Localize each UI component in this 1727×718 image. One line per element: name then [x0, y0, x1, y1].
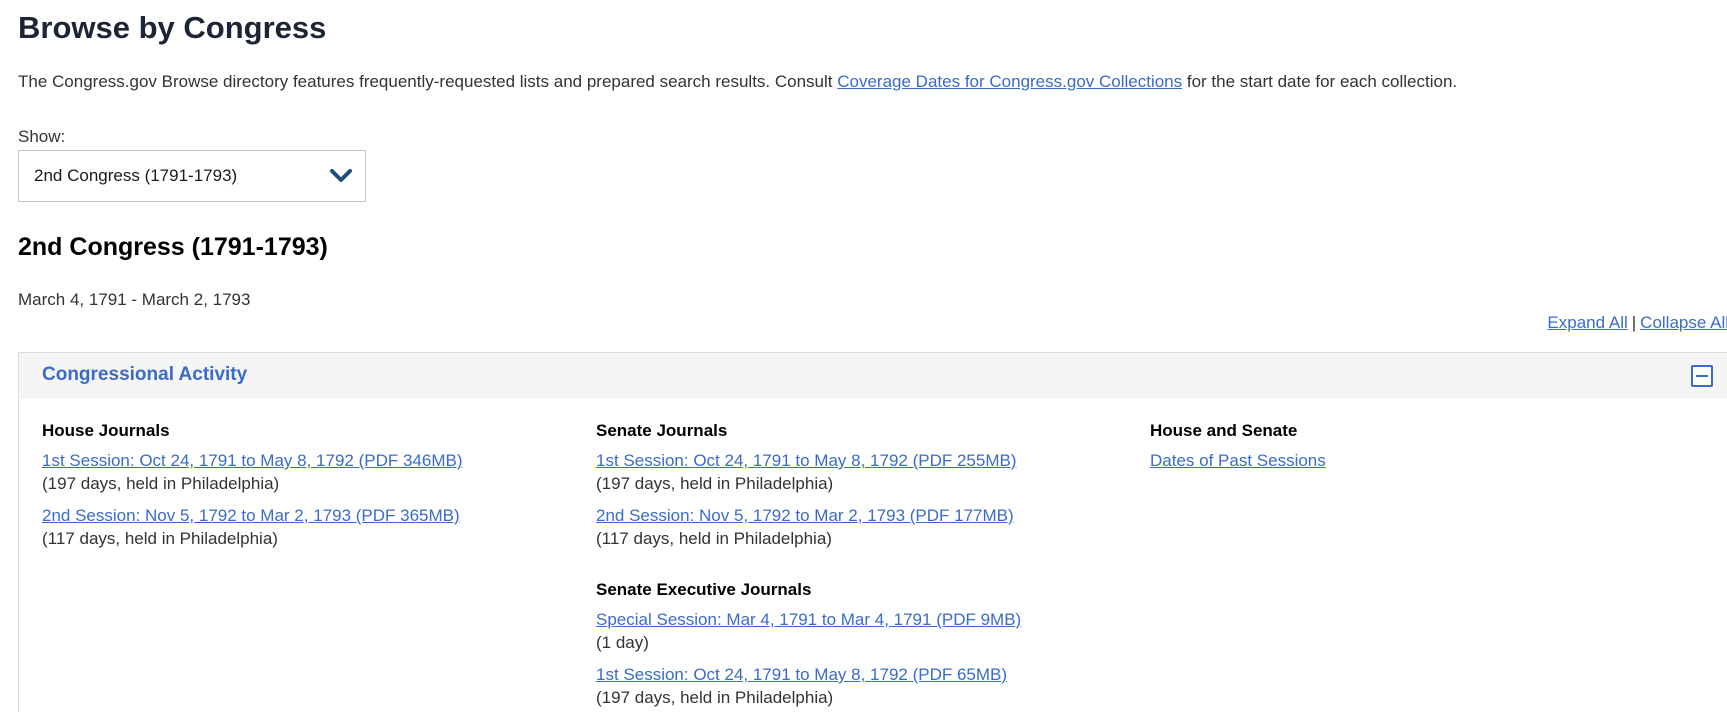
intro-text-start: The Congress.gov Browse directory featur… [18, 72, 838, 91]
list-item: 2nd Session: Nov 5, 1792 to Mar 2, 1793 … [596, 504, 1116, 551]
house-journal-session-1-note: (197 days, held in Philadelphia) [42, 474, 280, 493]
panel-title[interactable]: Congressional Activity [42, 364, 247, 386]
congress-select-value: 2nd Congress (1791-1793) [34, 166, 238, 185]
collapse-all-link[interactable]: Collapse All [1640, 313, 1727, 332]
senate-journals-column: Senate Journals 1st Session: Oct 24, 179… [596, 421, 1116, 718]
dates-of-past-sessions-link[interactable]: Dates of Past Sessions [1150, 449, 1670, 472]
house-journal-session-2-note: (117 days, held in Philadelphia) [42, 529, 278, 548]
minus-square-icon[interactable] [1691, 365, 1713, 387]
senate-journal-session-2-note: (117 days, held in Philadelphia) [596, 529, 832, 548]
panel-header[interactable]: Congressional Activity [19, 353, 1727, 398]
intro-text-end: for the start date for each collection. [1182, 72, 1458, 91]
senate-journal-session-1-link[interactable]: 1st Session: Oct 24, 1791 to May 8, 1792… [596, 449, 1116, 472]
senate-exec-special-session-link[interactable]: Special Session: Mar 4, 1791 to Mar 4, 1… [596, 608, 1116, 631]
senate-executive-journals-group: Senate Executive Journals Special Sessio… [596, 580, 1116, 710]
expand-all-link[interactable]: Expand All [1547, 313, 1627, 332]
congress-heading: 2nd Congress (1791-1793) [18, 233, 328, 261]
senate-journal-session-1-note: (197 days, held in Philadelphia) [596, 474, 834, 493]
controls-separator: | [1631, 313, 1637, 332]
congress-select[interactable]: 2nd Congress (1791-1793) [18, 150, 366, 202]
congress-date-range: March 4, 1791 - March 2, 1793 [18, 290, 251, 309]
senate-journals-heading: Senate Journals [596, 421, 728, 440]
house-and-senate-column: House and Senate Dates of Past Sessions [1150, 421, 1670, 480]
senate-exec-special-session-note: (1 day) [596, 633, 649, 652]
list-item: 1st Session: Oct 24, 1791 to May 8, 1792… [596, 449, 1116, 496]
chevron-down-icon [329, 168, 353, 184]
senate-exec-session-1-note: (197 days, held in Philadelphia) [596, 688, 834, 707]
house-journal-session-2-link[interactable]: 2nd Session: Nov 5, 1792 to Mar 2, 1793 … [42, 504, 562, 527]
list-item: 2nd Session: Nov 5, 1792 to Mar 2, 1793 … [42, 504, 562, 551]
senate-executive-journals-heading: Senate Executive Journals [596, 580, 812, 599]
page-title: Browse by Congress [18, 10, 327, 45]
house-journals-column: House Journals 1st Session: Oct 24, 1791… [42, 421, 562, 559]
list-item: 1st Session: Oct 24, 1791 to May 8, 1792… [596, 663, 1116, 710]
house-and-senate-heading: House and Senate [1150, 421, 1298, 440]
list-item: Dates of Past Sessions [1150, 449, 1670, 472]
expand-collapse-controls: Expand All | Collapse All [1547, 313, 1727, 333]
list-item: Special Session: Mar 4, 1791 to Mar 4, 1… [596, 608, 1116, 655]
congressional-activity-panel: Congressional Activity House Journals 1s… [18, 352, 1727, 712]
senate-journal-session-2-link[interactable]: 2nd Session: Nov 5, 1792 to Mar 2, 1793 … [596, 504, 1116, 527]
list-item: 1st Session: Oct 24, 1791 to May 8, 1792… [42, 449, 562, 496]
show-label: Show: [18, 127, 66, 146]
house-journal-session-1-link[interactable]: 1st Session: Oct 24, 1791 to May 8, 1792… [42, 449, 562, 472]
intro-text: The Congress.gov Browse directory featur… [18, 72, 1457, 92]
senate-exec-session-1-link[interactable]: 1st Session: Oct 24, 1791 to May 8, 1792… [596, 663, 1116, 686]
house-journals-heading: House Journals [42, 421, 170, 440]
coverage-dates-link[interactable]: Coverage Dates for Congress.gov Collecti… [837, 72, 1182, 91]
